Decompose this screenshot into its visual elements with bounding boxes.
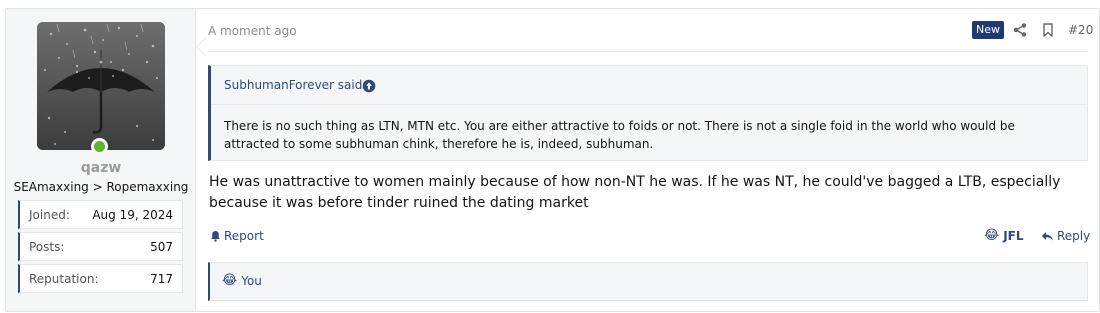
post-timestamp[interactable]: A moment ago [208, 24, 297, 38]
bookmark-icon[interactable] [1040, 22, 1056, 38]
quote-author[interactable]: SubhumanForever said: [224, 78, 366, 92]
user-title: SEAmaxxing > Ropemaxxing [13, 180, 189, 194]
stat-value: 507 [150, 240, 173, 254]
user-stat-posts: Posts: 507 [18, 232, 183, 261]
reactions-summary[interactable]: 😂 You [208, 262, 1088, 301]
online-status-indicator [91, 138, 108, 155]
laughing-tears-emoji-icon: 😂 [984, 228, 1000, 243]
user-info-panel: qazw SEAmaxxing > Ropemaxxing Joined: Au… [6, 9, 196, 311]
user-panel-pointer-fill [197, 38, 206, 56]
avatar-image [37, 22, 165, 150]
username[interactable]: qazw [6, 160, 196, 176]
reply-button[interactable]: Reply [1041, 229, 1090, 243]
stat-value: 717 [150, 272, 173, 286]
post-message: He was unattractive to women mainly beca… [209, 174, 1061, 211]
report-label: Report [224, 229, 264, 243]
share-icon[interactable] [1012, 22, 1028, 38]
reaction-label: JFL [1003, 229, 1024, 243]
reply-arrow-icon [1042, 231, 1053, 241]
stat-label: Reputation: [29, 272, 99, 286]
reply-label: Reply [1057, 229, 1091, 243]
user-avatar[interactable] [37, 22, 165, 150]
stat-label: Posts: [29, 240, 65, 254]
new-badge: New [972, 21, 1004, 39]
stat-value: Aug 19, 2024 [92, 208, 173, 222]
reactions-summary-text: You [241, 274, 262, 288]
quote-divider [211, 104, 1088, 105]
reaction-button[interactable]: 😂 JFL [984, 228, 1024, 244]
header-divider [208, 51, 1088, 52]
quote-text: There is no such thing as LTN, MTN etc. … [224, 119, 1015, 151]
report-button[interactable]: Report [210, 229, 264, 243]
stat-label: Joined: [29, 208, 70, 222]
bell-icon [211, 231, 220, 242]
user-stat-reputation: Reputation: 717 [18, 264, 183, 293]
post-number-link[interactable]: #20 [1068, 23, 1093, 37]
user-stat-joined: Joined: Aug 19, 2024 [18, 200, 183, 229]
arrow-up-circle-icon[interactable] [362, 78, 376, 93]
laughing-tears-emoji-icon: 😂 [222, 273, 238, 288]
quote-block: SubhumanForever said: There is no such t… [208, 65, 1088, 161]
forum-post: qazw SEAmaxxing > Ropemaxxing Joined: Au… [5, 8, 1100, 312]
